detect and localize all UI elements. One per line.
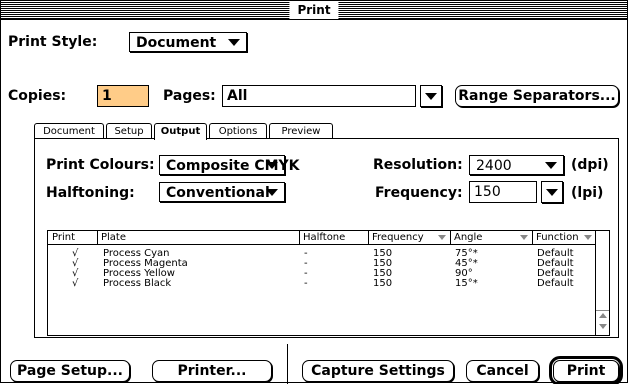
button-divider xyxy=(287,344,288,384)
page-setup-button[interactable]: Page Setup... xyxy=(10,360,130,382)
column-header-frequency[interactable]: Frequency xyxy=(368,231,450,245)
pages-dropdown-button[interactable] xyxy=(420,85,442,107)
chevron-down-icon xyxy=(228,39,240,46)
tab-setup[interactable]: Setup xyxy=(106,123,152,139)
print-style-value: Document xyxy=(136,35,217,51)
column-divider xyxy=(450,231,451,245)
column-header-plate[interactable]: Plate xyxy=(97,231,299,245)
column-header-frequency-label: Frequency xyxy=(372,232,424,243)
copies-field[interactable]: 1 xyxy=(97,85,149,107)
column-divider xyxy=(299,231,300,245)
chevron-down-icon xyxy=(546,189,558,196)
sort-arrow-icon xyxy=(584,235,592,240)
frequency-dropdown-button[interactable] xyxy=(541,181,563,203)
cancel-button[interactable]: Cancel xyxy=(466,360,539,382)
frequency-value: 150 xyxy=(474,184,501,200)
row-halftone: - xyxy=(304,278,308,289)
print-button[interactable]: Print xyxy=(549,356,623,384)
print-dialog: Print Print Style: Document Copies: 1 Pa… xyxy=(0,0,628,384)
column-divider xyxy=(97,231,98,245)
column-header-function[interactable]: Function xyxy=(532,231,596,245)
column-divider xyxy=(532,231,533,245)
row-plate: Process Black xyxy=(103,278,172,289)
capture-settings-button[interactable]: Capture Settings xyxy=(302,360,454,382)
print-style-label: Print Style: xyxy=(8,34,98,50)
tab-document[interactable]: Document xyxy=(34,123,104,139)
tab-preview[interactable]: Preview xyxy=(269,123,333,139)
tab-options[interactable]: Options xyxy=(209,123,267,139)
scroll-up-arrow-icon[interactable] xyxy=(599,313,607,318)
print-colours-label: Print Colours: xyxy=(46,157,155,173)
scroll-down-arrow-icon[interactable] xyxy=(599,324,607,329)
sort-arrow-icon xyxy=(438,235,446,240)
resolution-popup[interactable]: 2400 xyxy=(469,155,564,175)
print-colours-value: Composite CMYK xyxy=(166,158,300,174)
column-header-print[interactable]: Print xyxy=(48,231,97,245)
column-header-angle[interactable]: Angle xyxy=(450,231,532,245)
copies-value: 1 xyxy=(102,88,112,104)
scrollbar-divider xyxy=(596,310,609,311)
table-scrollbar[interactable] xyxy=(595,231,609,335)
title-bar[interactable]: Print xyxy=(1,1,627,20)
column-header-function-label: Function xyxy=(536,232,579,243)
copies-label: Copies: xyxy=(8,88,67,104)
frequency-field[interactable]: 150 xyxy=(469,181,537,203)
row-print-check[interactable]: √ xyxy=(72,279,78,289)
resolution-unit: (dpi) xyxy=(571,157,609,173)
resolution-value: 2400 xyxy=(476,158,512,174)
chevron-down-icon xyxy=(425,93,437,100)
pages-label: Pages: xyxy=(163,88,216,104)
column-header-halftone[interactable]: Halftone xyxy=(299,231,368,245)
halftoning-value: Conventional xyxy=(166,185,270,201)
chevron-down-icon xyxy=(266,162,278,169)
column-header-angle-label: Angle xyxy=(454,232,483,243)
row-angle: 15°* xyxy=(455,278,478,289)
chevron-down-icon xyxy=(545,162,557,169)
row-function: Default xyxy=(537,278,574,289)
pages-field[interactable]: All xyxy=(222,85,416,107)
print-colours-popup[interactable]: Composite CMYK xyxy=(159,155,300,175)
printer-button[interactable]: Printer... xyxy=(152,360,272,382)
tab-output[interactable]: Output xyxy=(154,123,207,140)
column-divider xyxy=(368,231,369,245)
sort-arrow-icon xyxy=(520,235,528,240)
halftoning-popup[interactable]: Conventional xyxy=(159,182,285,202)
row-frequency: 150 xyxy=(373,278,393,289)
window-title: Print xyxy=(289,1,339,19)
print-style-popup[interactable]: Document xyxy=(129,32,247,52)
halftoning-label: Halftoning: xyxy=(46,185,135,201)
frequency-unit: (lpi) xyxy=(571,185,604,201)
resolution-label: Resolution: xyxy=(373,157,463,173)
range-separators-button[interactable]: Range Separators... xyxy=(455,85,619,107)
frequency-label: Frequency: xyxy=(375,185,463,201)
chevron-down-icon xyxy=(266,189,278,196)
plates-table: Print Plate Halftone Frequency Angle Fun… xyxy=(47,230,610,336)
pages-value: All xyxy=(227,88,248,104)
